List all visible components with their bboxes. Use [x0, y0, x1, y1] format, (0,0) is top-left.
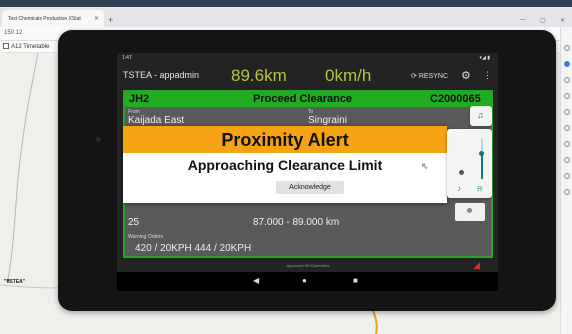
from-value: Kaijada East [128, 115, 185, 126]
window-close-icon[interactable]: ✕ [560, 17, 565, 24]
status-bar: 1:47 ▾◢ ▮ [117, 53, 498, 63]
extension-icon[interactable] [564, 109, 570, 115]
warning-orders-values: 420 / 20KPH 444 / 20KPH [135, 243, 252, 254]
status-time: 1:47 [122, 55, 132, 61]
recents-icon[interactable]: ■ [353, 276, 358, 285]
music-note-icon: ♪ [457, 184, 461, 193]
secondary-volume-knob[interactable] [459, 170, 464, 175]
acknowledge-button[interactable]: Acknowledge [276, 181, 344, 194]
bookmark-label: A12 Timetable [11, 44, 50, 50]
home-icon[interactable]: ● [302, 276, 307, 285]
extension-icon[interactable] [564, 189, 570, 195]
extension-icon[interactable] [564, 61, 570, 67]
app-title: TSTEA - appadmin [123, 70, 200, 80]
ringer-toggle[interactable]: ♫ [470, 106, 492, 126]
minimize-icon[interactable]: — [520, 17, 526, 23]
extension-icon[interactable] [564, 93, 570, 99]
gear-icon[interactable]: ⚙ [461, 69, 471, 82]
android-nav-bar: ◀ ● ■ [117, 272, 498, 291]
resync-button[interactable]: ⟳ RESYNC [411, 72, 448, 80]
more-dot-icon [467, 208, 472, 213]
limit-range: 87.000 - 89.000 km [253, 217, 340, 228]
address-text: 150.12 [4, 30, 23, 36]
extension-icon[interactable] [564, 173, 570, 179]
clearance-status: Proceed Clearance [253, 93, 353, 105]
warning-orders-label: Warning Orders [128, 234, 164, 240]
limit-value: 25 [128, 217, 140, 228]
status-indicators: ▾◢ ▮ [479, 55, 491, 61]
extension-icon[interactable] [564, 141, 570, 147]
camera-icon [96, 137, 101, 142]
extension-icon[interactable] [564, 45, 570, 51]
browser-tab[interactable]: Test Chemicals Production XStat ✕ [2, 10, 104, 27]
dialog-subtitle: Approaching Clearance Limit [187, 157, 383, 173]
proximity-alert-dialog: Proximity Alert Approaching Clearance Li… [123, 126, 447, 203]
refresh-icon: ⟳ [411, 73, 417, 80]
new-tab-icon[interactable]: + [108, 16, 113, 25]
resync-label: RESYNC [418, 73, 449, 80]
train-id: JH2 [129, 93, 150, 105]
tab-title: Test Chemicals Production XStat [8, 16, 81, 22]
bell-icon: ♫ [477, 110, 484, 120]
close-icon[interactable]: ✕ [94, 15, 99, 22]
volume-panel: ♪ ⍾ [447, 129, 492, 198]
dialog-header: Proximity Alert [123, 126, 447, 153]
extension-icon[interactable] [564, 157, 570, 163]
bottom-hint: Approach 89 Kilometres [286, 263, 330, 268]
top-band [0, 0, 572, 7]
browser-tab-bar: Test Chemicals Production XStat ✕ + — ▢ … [0, 7, 572, 27]
alarm-bell-icon: ⍾ [477, 184, 483, 193]
speed-readout: 0km/h [325, 66, 372, 85]
bookmark-item[interactable]: A12 Timetable [3, 43, 49, 50]
bookmark-icon [3, 43, 9, 49]
dialog-title: Proximity Alert [221, 130, 349, 150]
volume-fill [481, 153, 483, 179]
extension-icon[interactable] [564, 125, 570, 131]
map-station-label: "TSTEA" [4, 279, 26, 285]
maximize-icon[interactable]: ▢ [540, 17, 546, 24]
extension-icon[interactable] [564, 77, 570, 83]
back-icon[interactable]: ◀ [253, 276, 259, 285]
extension-sidebar [560, 27, 572, 334]
distance-readout: 89.6km [231, 66, 287, 85]
signal-icon: ◢ [473, 260, 480, 270]
volume-more-button[interactable] [455, 203, 485, 221]
clearance-header: JH2 Proceed Clearance C2000065 [125, 92, 491, 107]
volume-knob[interactable] [479, 151, 484, 156]
to-value: Singraini [308, 115, 347, 126]
clearance-number: C2000065 [430, 93, 481, 105]
app-bar: TSTEA - appadmin 89.6km 0km/h ⟳ RESYNC ⚙… [117, 63, 498, 89]
more-options-icon[interactable]: ⋮ [483, 70, 492, 81]
mouse-cursor-icon: ⇖ [421, 161, 429, 171]
